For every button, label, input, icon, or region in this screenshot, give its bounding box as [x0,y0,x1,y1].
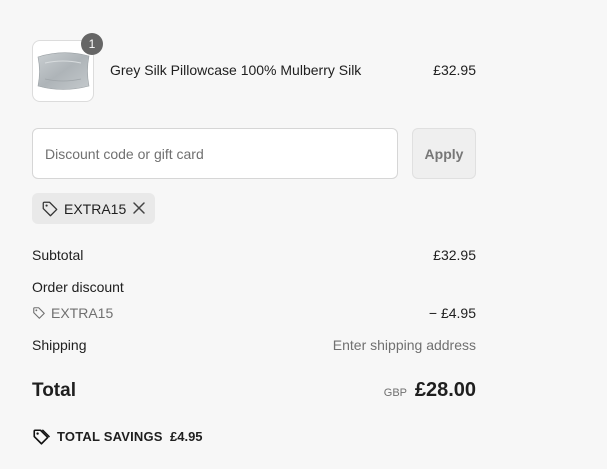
order-discount-label: Order discount [32,279,124,295]
subtotal-label: Subtotal [32,247,84,263]
tag-icon [33,307,45,319]
shipping-label: Shipping [32,337,87,353]
order-discount-code: EXTRA15 [51,305,114,321]
product-price: £32.95 [433,62,476,78]
applied-discount-code: EXTRA15 [64,201,127,217]
total-value: £28.00 [414,379,476,401]
total-savings-value: £4.95 [170,429,203,444]
apply-button[interactable]: Apply [412,128,476,179]
shipping-value: Enter shipping address [332,337,476,353]
subtotal-value: £32.95 [433,247,476,263]
discount-code-input[interactable] [32,128,398,179]
close-icon[interactable] [131,200,147,216]
currency-code: GBP [383,387,407,399]
order-discount-value: − £4.95 [428,305,476,321]
quantity-badge: 1 [81,33,103,55]
total-label: Total [32,380,76,401]
savings-tag-icon [33,429,50,445]
total-savings-label: TOTAL SAVINGS [57,429,163,444]
tag-icon [42,201,58,217]
product-name: Grey Silk Pillowcase 100% Mulberry Silk [110,62,362,78]
